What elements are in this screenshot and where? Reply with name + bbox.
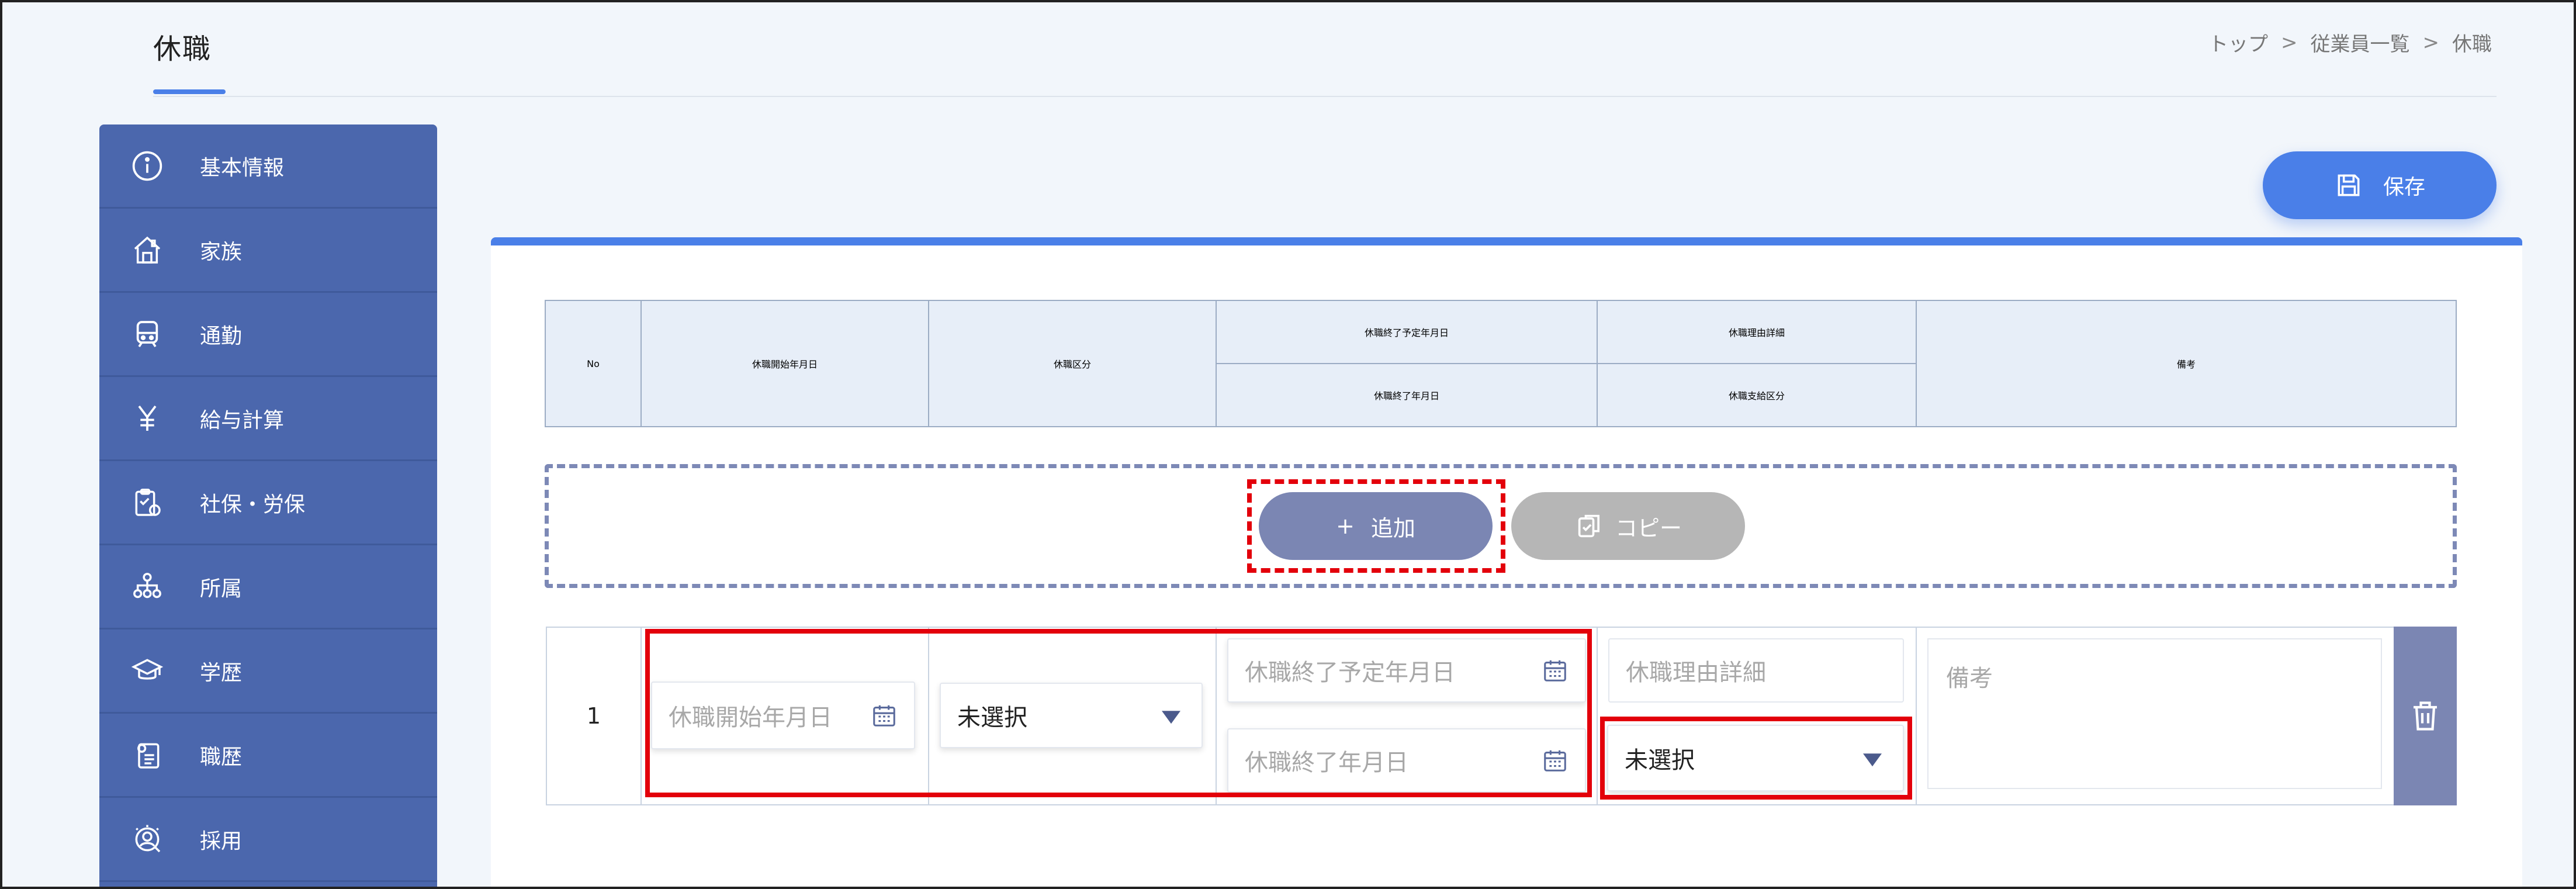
sidebar: 基本情報 家族 通勤 給与計算 社保・労保 所属 学歴 職歴 採用: [99, 124, 437, 887]
clipboard-icon: [130, 485, 165, 520]
add-button-label: 追加: [1370, 515, 1415, 541]
remarks-placeholder: 備考: [1946, 665, 1993, 692]
sidebar-item-label: 学歴: [200, 660, 243, 685]
sidebar-item-label: 通勤: [200, 324, 243, 348]
save-button[interactable]: 保存: [2263, 151, 2497, 219]
header-start-date: 休職開始年月日: [640, 300, 929, 427]
graduation-cap-icon: [130, 653, 165, 689]
info-icon: [130, 148, 165, 184]
sidebar-item-department[interactable]: 所属: [99, 545, 437, 629]
header-divider: [153, 96, 2497, 97]
title-underline: [153, 89, 226, 94]
pay-category-highlight: [1600, 717, 1912, 800]
breadcrumb: トップ > 従業員一覧 > 休職: [2208, 28, 2492, 57]
sidebar-item-education[interactable]: 学歴: [99, 629, 437, 714]
sidebar-item-work-history[interactable]: 職歴: [99, 714, 437, 798]
remarks-textarea[interactable]: 備考: [1927, 638, 2382, 789]
sidebar-item-payroll[interactable]: 給与計算: [99, 377, 437, 461]
header-pay-category: 休職支給区分: [1597, 363, 1917, 427]
header-no: No: [545, 300, 642, 427]
org-chart-icon: [130, 569, 165, 604]
reason-detail-input[interactable]: 休職理由詳細: [1608, 638, 1904, 703]
yen-icon: [130, 401, 165, 436]
header-category: 休職区分: [928, 300, 1217, 427]
page-title: 休職: [153, 33, 212, 65]
save-button-label: 保存: [2383, 175, 2425, 199]
sidebar-item-basic-info[interactable]: 基本情報: [99, 124, 437, 209]
recruit-icon: [130, 822, 165, 857]
sidebar-item-label: 家族: [200, 240, 243, 264]
breadcrumb-employee-list[interactable]: 従業員一覧: [2311, 28, 2410, 57]
sidebar-item-label: 基本情報: [200, 155, 285, 180]
floppy-disk-icon: [2338, 174, 2360, 196]
reason-detail-placeholder: 休職理由詳細: [1626, 659, 1766, 686]
breadcrumb-top[interactable]: トップ: [2208, 28, 2268, 57]
sidebar-item-label: 社保・労保: [200, 492, 306, 517]
plus-icon: +: [1336, 513, 1355, 539]
sidebar-item-label: 給与計算: [200, 408, 285, 433]
delete-row-button[interactable]: [2394, 627, 2457, 805]
breadcrumb-separator: >: [2281, 30, 2298, 54]
sidebar-item-label: 所属: [200, 576, 243, 601]
house-icon: [130, 233, 165, 268]
header-remarks: 備考: [1916, 300, 2457, 427]
copy-button-label: コピー: [1615, 515, 1682, 541]
train-icon: [130, 317, 165, 352]
sidebar-item-label: 職歴: [200, 745, 243, 769]
header-end-date: 休職終了年月日: [1216, 363, 1598, 427]
app-frame: 休職 トップ > 従業員一覧 > 休職 基本情報 家族 通勤 給与計算 社保・労…: [0, 0, 2576, 889]
breadcrumb-separator: >: [2422, 30, 2440, 54]
sidebar-item-label: 採用: [200, 829, 243, 853]
header-planned-end-date: 休職終了予定年月日: [1216, 300, 1598, 364]
sidebar-item-family[interactable]: 家族: [99, 209, 437, 293]
trash-icon: [2414, 701, 2437, 731]
add-button[interactable]: + 追加: [1259, 492, 1493, 560]
sidebar-item-recruitment[interactable]: 採用: [99, 798, 437, 882]
header-reason-detail: 休職理由詳細: [1597, 300, 1917, 364]
row-number: 1: [546, 627, 642, 805]
required-fields-highlight: [645, 629, 1592, 797]
copy-icon: [1578, 514, 1599, 538]
resume-icon: [130, 738, 165, 773]
copy-button[interactable]: コピー: [1511, 492, 1745, 560]
breadcrumb-current: 休職: [2452, 33, 2492, 56]
sidebar-item-commute[interactable]: 通勤: [99, 293, 437, 377]
sidebar-item-social-insurance[interactable]: 社保・労保: [99, 461, 437, 545]
